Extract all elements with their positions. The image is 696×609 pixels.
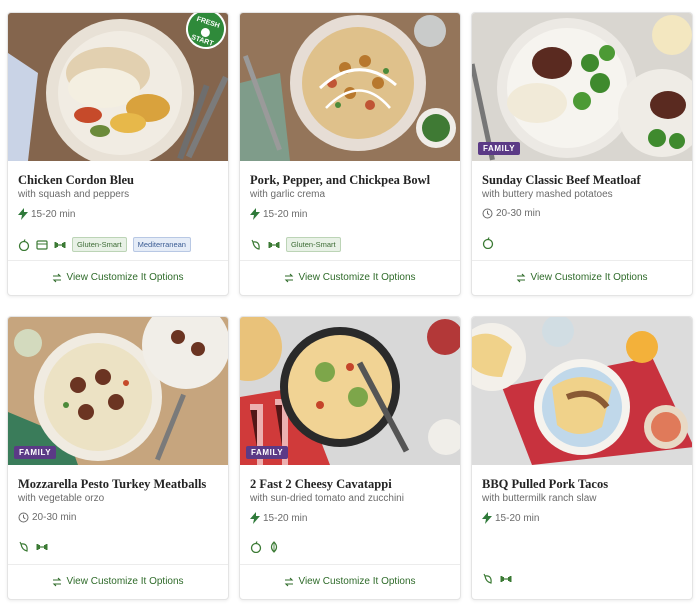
swap-arrows-icon [285, 577, 294, 586]
tag-gluten-smart: Gluten-Smart [72, 237, 127, 252]
lightning-icon [482, 512, 492, 524]
family-badge: FAMILY [14, 446, 57, 459]
card-divider [8, 564, 228, 565]
customize-label[interactable]: View Customize It Options [298, 272, 415, 283]
time-label: 15-20 min [263, 512, 308, 524]
recipe-tags [18, 541, 48, 553]
apple-icon [482, 237, 494, 249]
card-divider [8, 260, 228, 261]
customize-label[interactable]: View Customize It Options [66, 272, 183, 283]
recipe-title[interactable]: Mozzarella Pesto Turkey Meatballs [18, 477, 223, 492]
customize-label[interactable]: View Customize It Options [66, 576, 183, 587]
recipe-tags: Gluten-Smart Mediterranean [18, 237, 191, 252]
swap-arrows-icon [517, 273, 526, 282]
customize-label[interactable]: View Customize It Options [530, 272, 647, 283]
recipe-card[interactable]: FAMILY Sunday Classic Beef Meatloaf with… [471, 12, 693, 296]
view-customize-options-link[interactable]: View Customize It Options [8, 576, 228, 587]
tag-mediterranean: Mediterranean [132, 237, 191, 252]
recipe-tags: Gluten-Smart [250, 237, 341, 252]
dumbbell-icon [36, 544, 48, 550]
recipe-subtitle: with buttery mashed potatoes [482, 189, 613, 200]
apple-icon [18, 238, 30, 251]
recipe-tags [482, 573, 512, 585]
recipe-photo[interactable] [472, 317, 692, 465]
time-label: 20-30 min [32, 512, 77, 523]
family-badge: FAMILY [478, 142, 521, 155]
recipe-subtitle: with squash and peppers [18, 189, 130, 200]
recipe-photo[interactable]: FAMILY [472, 13, 692, 161]
time-label: 15-20 min [263, 208, 308, 220]
leaf-icon [270, 541, 278, 553]
time-label: 15-20 min [495, 512, 540, 524]
card-divider [240, 564, 460, 565]
recipe-tags [482, 237, 494, 249]
recipe-subtitle: with sun-dried tomato and zucchini [250, 493, 404, 504]
card-divider [472, 260, 692, 261]
recipe-title[interactable]: Pork, Pepper, and Chickpea Bowl [250, 173, 455, 188]
family-badge: FAMILY [246, 446, 289, 459]
customize-label[interactable]: View Customize It Options [298, 576, 415, 587]
chili-icon [251, 239, 260, 250]
clock-icon [482, 208, 493, 219]
recipe-subtitle: with garlic crema [250, 189, 326, 200]
swap-arrows-icon [53, 273, 62, 282]
card-divider [240, 260, 460, 261]
view-customize-options-link[interactable]: View Customize It Options [240, 576, 460, 587]
chili-icon [19, 541, 28, 552]
view-customize-options-link[interactable]: View Customize It Options [240, 272, 460, 283]
lightning-icon [250, 208, 260, 220]
recipe-card[interactable]: FRESH START Chicken Cordon Bleu with squ… [7, 12, 229, 296]
view-customize-options-link[interactable]: View Customize It Options [472, 272, 692, 283]
recipe-photo[interactable] [240, 13, 460, 161]
time-label: 15-20 min [31, 208, 76, 220]
dumbbell-icon [54, 241, 66, 248]
time-label: 20-30 min [496, 208, 541, 219]
recipe-card[interactable]: Pork, Pepper, and Chickpea Bowl with gar… [239, 12, 461, 296]
dumbbell-icon [268, 241, 280, 248]
fresh-badge-text: FRESH [195, 15, 221, 30]
recipe-time: 15-20 min [250, 208, 307, 220]
swap-arrows-icon [53, 577, 62, 586]
recipe-card[interactable]: FAMILY 2 Fast 2 Cheesy Cavatappi with su… [239, 316, 461, 600]
recipe-photo[interactable]: FAMILY [240, 317, 460, 465]
recipe-subtitle: with vegetable orzo [18, 493, 105, 504]
recipe-card[interactable]: BBQ Pulled Pork Tacos with buttermilk ra… [471, 316, 693, 600]
recipe-title[interactable]: Sunday Classic Beef Meatloaf [482, 173, 687, 188]
swap-arrows-icon [285, 273, 294, 282]
recipe-time: 15-20 min [250, 512, 307, 524]
recipe-time: 15-20 min [482, 512, 539, 524]
recipe-title[interactable]: BBQ Pulled Pork Tacos [482, 477, 687, 492]
recipe-time: 20-30 min [18, 512, 76, 523]
lightning-icon [250, 512, 260, 524]
lightning-icon [18, 208, 28, 220]
recipe-time: 20-30 min [482, 208, 540, 219]
recipe-subtitle: with buttermilk ranch slaw [482, 493, 597, 504]
recipe-tags [250, 541, 280, 553]
clock-icon [18, 512, 29, 523]
view-customize-options-link[interactable]: View Customize It Options [8, 272, 228, 283]
tag-gluten-smart: Gluten-Smart [286, 237, 341, 252]
dumbbell-icon [500, 576, 512, 582]
recipe-time: 15-20 min [18, 208, 75, 220]
cooktop-icon [36, 239, 48, 250]
recipe-title[interactable]: 2 Fast 2 Cheesy Cavatappi [250, 477, 455, 492]
recipe-photo[interactable]: FRESH START [8, 13, 228, 161]
recipe-card[interactable]: FAMILY Mozzarella Pesto Turkey Meatballs… [7, 316, 229, 600]
recipe-title[interactable]: Chicken Cordon Bleu [18, 173, 223, 188]
recipe-photo[interactable]: FAMILY [8, 317, 228, 465]
chili-icon [483, 573, 492, 584]
apple-icon [250, 541, 262, 553]
